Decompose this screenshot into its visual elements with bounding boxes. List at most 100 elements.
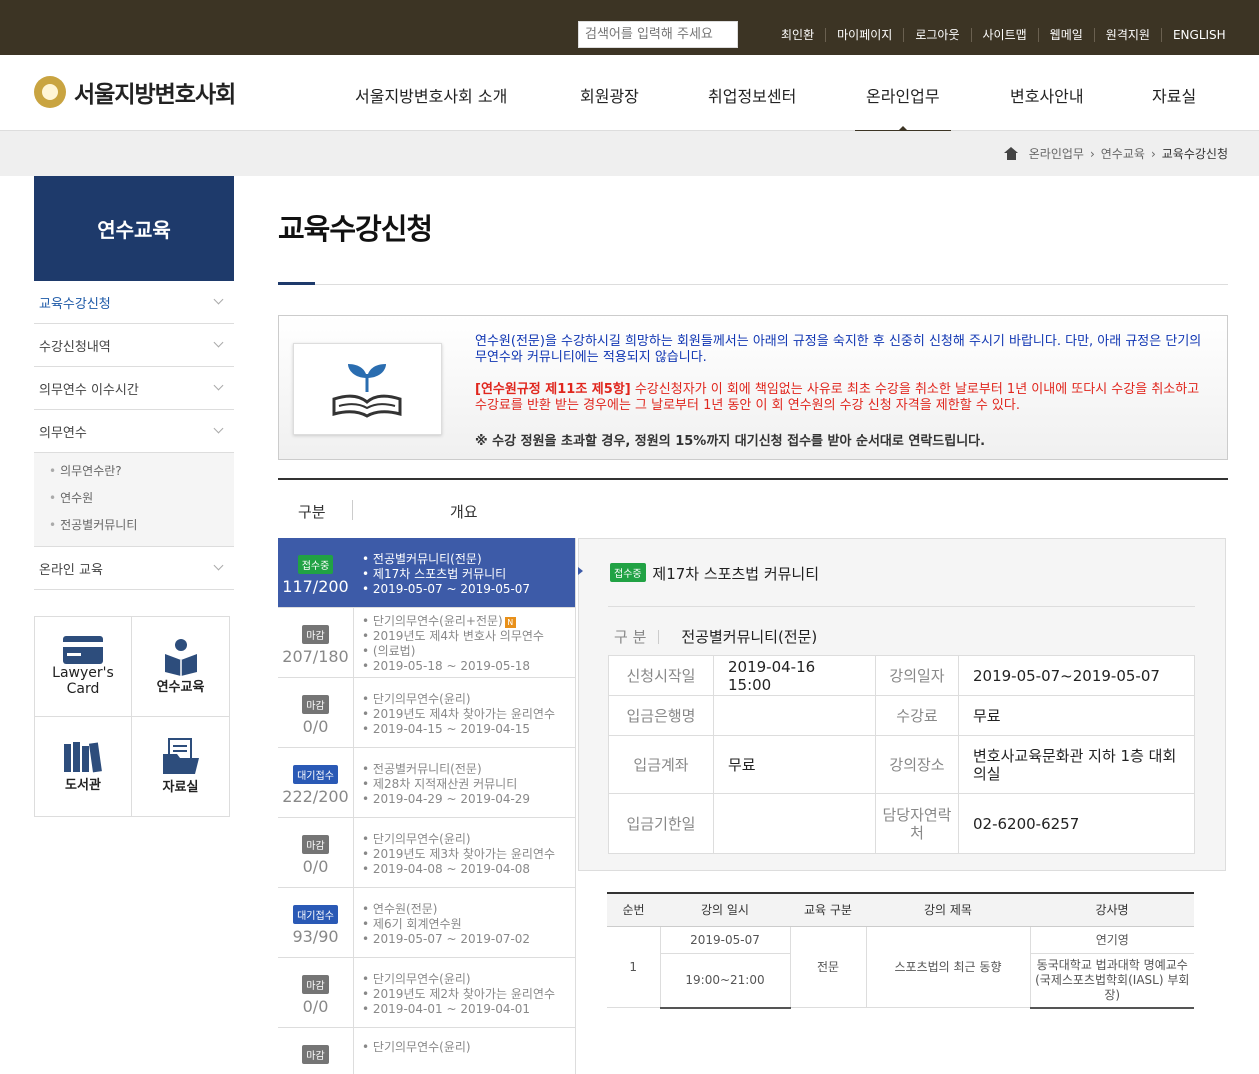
col-header: 강의 제목: [866, 892, 1030, 927]
nav-item-lawyers[interactable]: 변호사안내: [1010, 83, 1084, 107]
course-title-cont: (의료법): [362, 644, 544, 659]
list-item[interactable]: 대기접수 93/90 연수원(전문)제6기 회계연수원2019-05-07 ~ 2…: [278, 888, 575, 958]
course-detail-panel: 접수중 제17차 스포츠법 커뮤니티 구 분 전공별커뮤니티(전문) 신청시작일 …: [578, 538, 1226, 871]
course-dates: 2019-05-18 ~ 2019-05-18: [362, 659, 544, 674]
status-badge: 접수중: [610, 563, 646, 582]
list-item[interactable]: 마감 0/0 단기의무연수(윤리)2019년도 제3차 찾아가는 윤리연수2019…: [278, 818, 575, 888]
nav-item-library[interactable]: 자료실: [1152, 83, 1196, 107]
emblem-icon: [34, 76, 66, 108]
books-icon: [64, 741, 102, 773]
utility-links: 최인환 마이페이지 로그아웃 사이트맵 웹메일 원격지원 ENGLISH: [770, 26, 1237, 43]
course-type: 전공별커뮤니티(전문): [362, 552, 530, 567]
divider: [352, 500, 353, 520]
home-icon[interactable]: [1003, 147, 1019, 160]
status-badge: 대기접수: [293, 765, 338, 784]
reader-icon: [164, 638, 197, 676]
logo-text: 서울지방변호사회: [74, 82, 236, 108]
list-item[interactable]: 마감 0/0 단기의무연수(윤리)2019년도 제4차 찾아가는 윤리연수2019…: [278, 678, 575, 748]
title-underline: [278, 282, 315, 285]
sidebar-subitem[interactable]: 전공별커뮤니티: [49, 515, 234, 542]
sidebar-subitem[interactable]: 의무연수란?: [49, 461, 234, 488]
list-item[interactable]: 마감 207/180 단기의무연수(윤리+전문)N2019년도 제4차 변호사 의…: [278, 608, 575, 678]
sidebar-item-hours[interactable]: 의무연수 이수시간: [34, 367, 234, 410]
notice-rule: [연수원규정 제11조 제5항] 수강신청자가 이 회에 책임없는 사유로 최초…: [475, 382, 1200, 413]
util-link-sitemap[interactable]: 사이트맵: [970, 28, 1038, 42]
util-link-mypage[interactable]: 마이페이지: [825, 28, 904, 42]
quick-label: 도서관: [65, 777, 101, 793]
sidebar-item-apply[interactable]: 교육수강신청: [34, 281, 234, 324]
row-number: 1: [607, 925, 661, 1008]
quick-archive[interactable]: 자료실: [132, 717, 229, 817]
quick-library[interactable]: 도서관: [35, 716, 132, 816]
list-item[interactable]: 대기접수 222/200 전공별커뮤니티(전문)제28차 지적재산권 커뮤니티20…: [278, 748, 575, 818]
util-link-remote[interactable]: 원격지원: [1093, 28, 1161, 42]
util-link-logout[interactable]: 로그아웃: [903, 28, 971, 42]
main-header: 서울지방변호사회 서울지방변호사회 소개 회원광장 취업정보센터 온라인업무 변…: [0, 55, 1259, 133]
course-list: 접수중117/200 전공별커뮤니티(전문)제17차 스포츠법 커뮤니티2019…: [278, 538, 576, 1074]
chevron-right-icon: ›: [1089, 146, 1095, 161]
nav-item-members[interactable]: 회원광장: [580, 83, 639, 107]
lecture-time: 19:00~21:00: [660, 952, 791, 1009]
breadcrumb-current: 교육수강신청: [1161, 147, 1228, 161]
selected-arrow-icon: [578, 567, 587, 575]
breadcrumb-bar: 온라인업무 › 연수교육 › 교육수강신청: [0, 131, 1259, 176]
status-badge: 마감: [302, 695, 329, 714]
account-value: 무료: [713, 735, 876, 794]
enroll-count: 0/0: [302, 857, 329, 876]
site-logo[interactable]: 서울지방변호사회: [34, 75, 236, 109]
sidebar-item-history[interactable]: 수강신청내역: [34, 324, 234, 367]
sidebar-item-mandatory[interactable]: 의무연수: [34, 410, 234, 453]
quick-label: 자료실: [162, 779, 199, 795]
new-badge: N: [504, 617, 516, 628]
util-link-english[interactable]: ENGLISH: [1160, 28, 1237, 42]
course-title: 2019년도 제2차 찾아가는 윤리연수: [362, 987, 555, 1002]
course-title: 제6기 회계연수원: [362, 917, 530, 932]
util-link-webmail[interactable]: 웹메일: [1037, 28, 1094, 42]
status-badge: 마감: [302, 1045, 329, 1064]
course-type: 단기의무연수(윤리): [362, 832, 555, 847]
course-title: 2019년도 제4차 찾아가는 윤리연수: [362, 707, 555, 722]
lecture-type: 전문: [789, 925, 867, 1008]
search-input[interactable]: [578, 21, 738, 48]
course-dates: 2019-04-08 ~ 2019-04-08: [362, 862, 555, 877]
enroll-count: 222/200: [282, 787, 349, 806]
divider: [608, 606, 1195, 607]
enroll-count: 0/0: [302, 717, 329, 736]
quick-label: 연수교육: [156, 679, 205, 695]
bank-label: 입금은행명: [608, 695, 714, 736]
detail-category: 구 분 전공별커뮤니티(전문): [614, 628, 818, 646]
status-badge: 접수중: [297, 555, 334, 574]
course-type: 전공별커뮤니티(전문): [362, 762, 530, 777]
course-type: 단기의무연수(윤리): [362, 692, 555, 707]
notice-waitlist: ※ 수강 정원을 초과할 경우, 정원의 15%까지 대기신청 접수를 받아 순…: [475, 434, 986, 449]
course-dates: 2019-05-07 ~ 2019-05-07: [362, 582, 530, 597]
status-badge: 마감: [302, 625, 329, 644]
quick-training[interactable]: 연수교육: [132, 617, 229, 717]
nav-item-online[interactable]: 온라인업무: [855, 83, 951, 133]
nav-item-about[interactable]: 서울지방변호사회 소개: [355, 83, 507, 107]
course-type: 단기의무연수(윤리+전문)N: [362, 614, 544, 629]
breadcrumb: 온라인업무 › 연수교육 › 교육수강신청: [1003, 145, 1228, 162]
list-item[interactable]: 마감 단기의무연수(윤리): [278, 1028, 575, 1074]
sidebar-item-online[interactable]: 온라인 교육: [34, 547, 234, 590]
list-item[interactable]: 접수중 117/200 전공별커뮤니티(전문)제17차 스포츠법 커뮤니티2019…: [278, 538, 575, 608]
col-header: 강의 일시: [660, 892, 790, 927]
list-header-summary: 개요: [450, 503, 478, 521]
sidebar-subitem[interactable]: 연수원: [49, 488, 234, 515]
course-dates: 2019-04-29 ~ 2019-04-29: [362, 792, 530, 807]
list-item[interactable]: 마감 0/0 단기의무연수(윤리)2019년도 제2차 찾아가는 윤리연수2019…: [278, 958, 575, 1028]
detail-title: 접수중 제17차 스포츠법 커뮤니티: [610, 563, 819, 584]
util-link-user[interactable]: 최인환: [770, 28, 825, 42]
col-header: 교육 구분: [790, 892, 866, 927]
breadcrumb-item[interactable]: 연수교육: [1101, 145, 1145, 162]
deadline-label: 입금기한일: [608, 793, 714, 854]
nav-item-jobs[interactable]: 취업정보센터: [708, 83, 796, 107]
lecture-date-label: 강의일자: [875, 655, 959, 696]
contact-label: 담당자연락처: [875, 793, 959, 854]
breadcrumb-item[interactable]: 온라인업무: [1029, 145, 1084, 162]
course-title: 제17차 스포츠법 커뮤니티: [362, 567, 530, 582]
quick-lawyers-card[interactable]: Lawyer's Card: [35, 617, 132, 717]
account-label: 입금계좌: [608, 735, 714, 794]
apply-start-value: 2019-04-16 15:00: [713, 655, 876, 696]
course-dates: 2019-05-07 ~ 2019-07-02: [362, 932, 530, 947]
